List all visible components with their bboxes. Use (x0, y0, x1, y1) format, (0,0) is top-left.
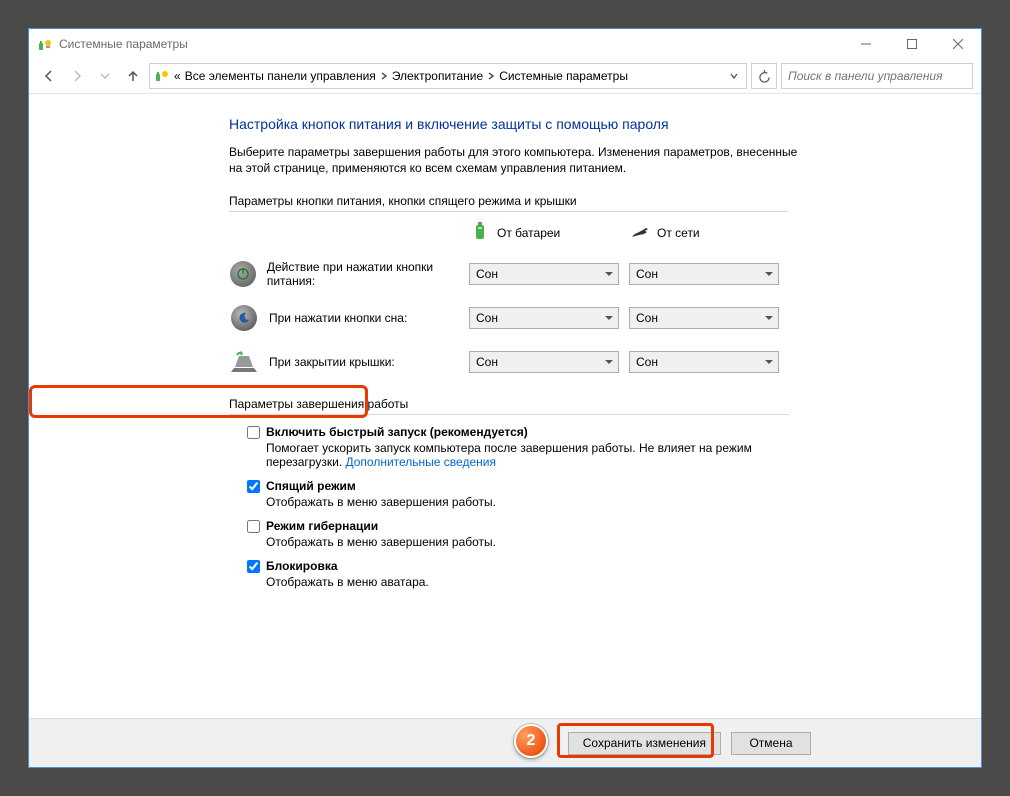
more-info-link[interactable]: Дополнительные сведения (345, 455, 495, 469)
address-bar: « Все элементы панели управления Электро… (29, 59, 981, 93)
bottom-bar: 2 Сохранить изменения Отмена (29, 718, 981, 767)
window-title: Системные параметры (59, 37, 188, 51)
plug-icon (629, 220, 651, 245)
checkbox-row-fast-startup: Включить быстрый запуск (рекомендуется) … (247, 425, 789, 469)
annotation-badge-2: 2 (514, 724, 548, 758)
cancel-button[interactable]: Отмена (731, 732, 811, 755)
page-description: Выберите параметры завершения работы для… (229, 144, 799, 176)
battery-icon (469, 220, 491, 245)
minimize-button[interactable] (843, 29, 889, 59)
sleep-button-plugged-select[interactable]: Сон (629, 307, 779, 329)
breadcrumb-root[interactable]: Все элементы панели управления (185, 69, 376, 83)
chevron-right-icon (487, 69, 495, 83)
row-lid-close: При закрытии крышки: (229, 347, 469, 377)
laptop-lid-icon (229, 350, 259, 374)
refresh-button[interactable] (751, 63, 777, 89)
search-input[interactable] (782, 69, 972, 83)
hibernate-label: Режим гибернации (266, 519, 378, 533)
page-title: Настройка кнопок питания и включение защ… (229, 116, 926, 132)
save-button[interactable]: Сохранить изменения (568, 732, 721, 755)
lock-checkbox[interactable] (247, 560, 260, 573)
power-button-plugged-select[interactable]: Сон (629, 263, 779, 285)
address-dropdown[interactable] (726, 72, 742, 80)
fast-startup-label: Включить быстрый запуск (рекомендуется) (266, 425, 528, 439)
lid-battery-select[interactable]: Сон (469, 351, 619, 373)
section-header-buttons: Параметры кнопки питания, кнопки спящего… (229, 194, 789, 212)
breadcrumb-icon (154, 67, 170, 86)
sleep-button-battery-select[interactable]: Сон (469, 307, 619, 329)
sleep-label: Спящий режим (266, 479, 356, 493)
checkbox-row-hibernate: Режим гибернации Отображать в меню завер… (247, 519, 789, 549)
breadcrumb-lead: « (174, 69, 181, 83)
column-plugged: От сети (629, 220, 789, 245)
hibernate-desc: Отображать в меню завершения работы. (266, 535, 789, 549)
breadcrumb-leaf[interactable]: Системные параметры (499, 69, 628, 83)
row-sleep-button: При нажатии кнопки сна: (229, 303, 469, 333)
column-battery: От батареи (469, 220, 629, 245)
sleep-checkbox[interactable] (247, 480, 260, 493)
moon-icon (231, 305, 257, 331)
fast-startup-checkbox[interactable] (247, 426, 260, 439)
checkbox-row-sleep: Спящий режим Отображать в меню завершени… (247, 479, 789, 509)
history-dropdown[interactable] (93, 64, 117, 88)
back-button[interactable] (37, 64, 61, 88)
close-button[interactable] (935, 29, 981, 59)
sleep-desc: Отображать в меню завершения работы. (266, 495, 789, 509)
hibernate-checkbox[interactable] (247, 520, 260, 533)
app-icon (37, 36, 53, 52)
lid-plugged-select[interactable]: Сон (629, 351, 779, 373)
power-icon (230, 261, 256, 287)
forward-button[interactable] (65, 64, 89, 88)
window: Системные параметры « Все элементы панел… (28, 28, 982, 768)
search-box[interactable] (781, 63, 973, 89)
up-button[interactable] (121, 64, 145, 88)
power-button-battery-select[interactable]: Сон (469, 263, 619, 285)
checkbox-row-lock: Блокировка Отображать в меню аватара. (247, 559, 789, 589)
row-power-button: Действие при нажатии кнопки питания: (229, 259, 469, 289)
chevron-right-icon (380, 69, 388, 83)
power-matrix: От батареи От сети Действие при нажатии … (229, 220, 789, 377)
lock-desc: Отображать в меню аватара. (266, 575, 789, 589)
breadcrumb-bar[interactable]: « Все элементы панели управления Электро… (149, 63, 747, 89)
lock-label: Блокировка (266, 559, 338, 573)
title-bar: Системные параметры (29, 29, 981, 59)
breadcrumb-mid[interactable]: Электропитание (392, 69, 483, 83)
maximize-button[interactable] (889, 29, 935, 59)
fast-startup-desc: Помогает ускорить запуск компьютера посл… (266, 441, 789, 469)
section-header-shutdown: Параметры завершения работы (229, 397, 789, 415)
content-area: Настройка кнопок питания и включение защ… (29, 94, 981, 724)
shutdown-section: Параметры завершения работы Включить быс… (229, 397, 789, 589)
